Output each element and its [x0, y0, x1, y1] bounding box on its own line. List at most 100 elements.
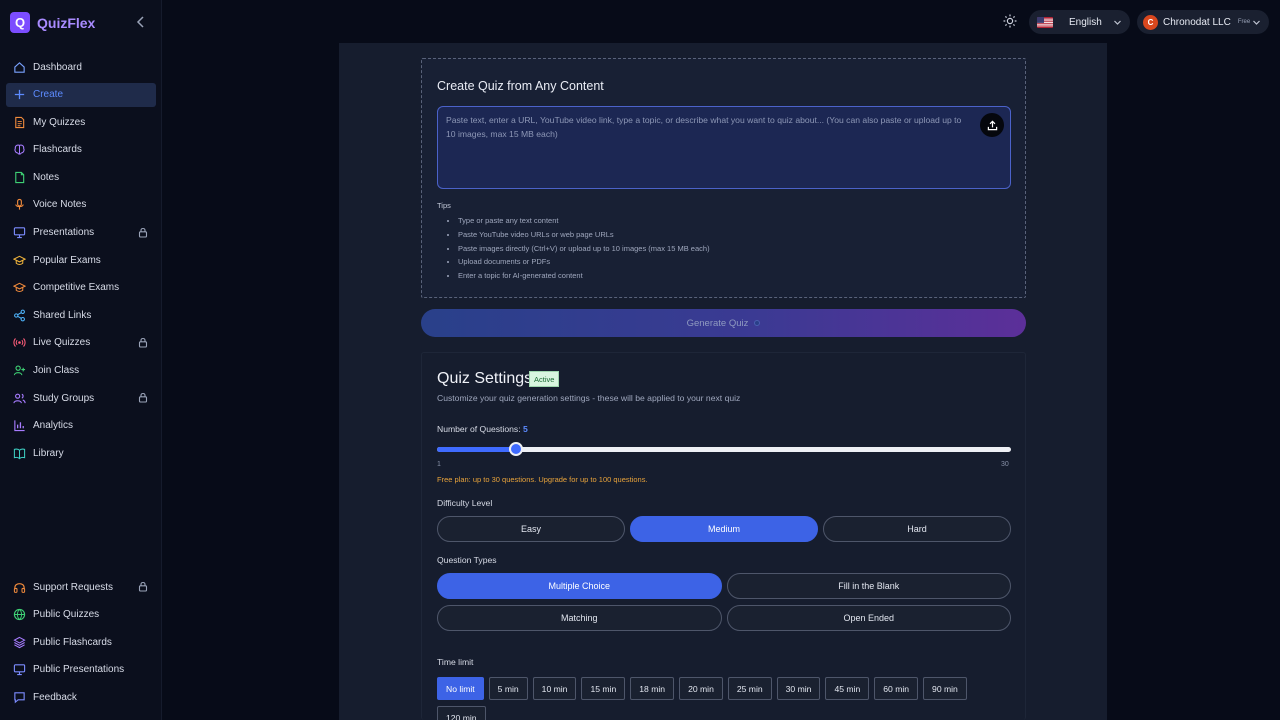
sidebar-item-dashboard[interactable]: Dashboard — [6, 55, 156, 79]
question-type-matching-button[interactable]: Matching — [437, 605, 722, 631]
document-icon — [13, 116, 26, 129]
account-menu[interactable]: C Chronodat LLC Free — [1137, 10, 1269, 34]
questions-slider[interactable] — [437, 442, 1011, 456]
sidebar-item-public-presentations[interactable]: Public Presentations — [6, 658, 156, 682]
tip-item: Paste images directly (Ctrl+V) or upload… — [458, 242, 710, 256]
lock-icon — [138, 227, 148, 238]
quiz-settings-subtitle: Customize your quiz generation settings … — [437, 393, 741, 403]
question-types-label: Question Types — [437, 555, 497, 565]
sidebar-nav-bottom: Support Requests Public Quizzes Public Fla… — [6, 575, 156, 713]
questions-label-text: Number of Questions: — [437, 424, 521, 434]
content-input[interactable]: Paste text, enter a URL, YouTube video l… — [437, 106, 1011, 189]
bar-chart-icon — [13, 419, 26, 432]
upload-icon[interactable] — [980, 113, 1004, 137]
slider-max-label: 30 — [1001, 461, 1009, 468]
question-type-options: Multiple Choice Fill in the Blank Matching… — [437, 573, 1011, 631]
topbar: English C Chronodat LLC Free — [162, 0, 1280, 43]
quiz-settings-title: Quiz Settings — [437, 370, 533, 387]
sidebar-item-label: Join Class — [33, 365, 80, 377]
question-type-multiple-choice-button[interactable]: Multiple Choice — [437, 573, 722, 599]
lock-icon — [138, 392, 148, 403]
sidebar-item-join-class[interactable]: Join Class — [6, 359, 156, 383]
sidebar-item-label: Competitive Exams — [33, 282, 120, 294]
sidebar-item-label: Flashcards — [33, 144, 82, 156]
time-limit-45-min-button[interactable]: 45 min — [825, 677, 870, 700]
brand-name: QuizFlex — [37, 14, 96, 31]
sidebar-item-label: Shared Links — [33, 309, 92, 321]
sidebar-item-analytics[interactable]: Analytics — [6, 414, 156, 438]
sidebar-item-presentations[interactable]: Presentations — [6, 221, 156, 245]
share-icon — [13, 309, 26, 322]
sidebar-item-flashcards[interactable]: Flashcards — [6, 138, 156, 162]
time-limit-no-limit-button[interactable]: No limit — [437, 677, 484, 700]
message-icon — [13, 691, 26, 704]
microphone-icon — [13, 198, 26, 211]
presentation-icon — [13, 663, 26, 676]
theme-toggle-icon[interactable] — [1003, 14, 1017, 28]
time-limit-120-min-button[interactable]: 120 min — [437, 706, 486, 720]
sidebar-item-label: My Quizzes — [33, 116, 86, 128]
content-input-placeholder: Paste text, enter a URL, YouTube video l… — [446, 115, 962, 139]
create-quiz-title: Create Quiz from Any Content — [437, 79, 604, 93]
sidebar-item-support-requests[interactable]: Support Requests — [6, 575, 156, 599]
time-limit-10-min-button[interactable]: 10 min — [532, 677, 577, 700]
lock-icon — [138, 581, 148, 592]
sidebar-item-notes[interactable]: Notes — [6, 165, 156, 189]
note-icon — [13, 171, 26, 184]
sidebar-item-study-groups[interactable]: Study Groups — [6, 386, 156, 410]
generate-quiz-label: Generate Quiz — [686, 317, 749, 329]
time-limit-18-min-button[interactable]: 18 min — [630, 677, 675, 700]
time-limit-5-min-button[interactable]: 5 min — [488, 677, 528, 700]
slider-thumb[interactable] — [509, 442, 524, 456]
sidebar-item-competitive-exams[interactable]: Competitive Exams — [6, 276, 156, 300]
difficulty-label: Difficulty Level — [437, 498, 493, 508]
sidebar-item-library[interactable]: Library — [6, 441, 156, 465]
time-limit-60-min-button[interactable]: 60 min — [874, 677, 919, 700]
difficulty-hard-button[interactable]: Hard — [823, 516, 1011, 542]
time-limit-25-min-button[interactable]: 25 min — [727, 677, 772, 700]
time-limit-90-min-button[interactable]: 90 min — [923, 677, 967, 700]
quiz-settings-panel: Quiz Settings Active Customize your quiz… — [421, 352, 1026, 720]
graduation-cap-icon — [13, 281, 26, 294]
sidebar-item-label: Public Quizzes — [33, 609, 100, 621]
difficulty-medium-button[interactable]: Medium — [630, 516, 818, 542]
time-limit-20-min-button[interactable]: 20 min — [679, 677, 723, 700]
sidebar-item-shared-links[interactable]: Shared Links — [6, 303, 156, 327]
logo: Q — [10, 12, 30, 33]
lock-icon — [138, 337, 148, 348]
generate-quiz-button[interactable]: Generate Quiz — [421, 309, 1026, 337]
questions-count-label: Number of Questions: 5 — [437, 424, 528, 434]
tip-item: Upload documents or PDFs — [458, 255, 710, 269]
sidebar-item-my-quizzes[interactable]: My Quizzes — [6, 110, 156, 134]
sidebar-item-live-quizzes[interactable]: Live Quizzes — [6, 331, 156, 355]
sidebar-item-create[interactable]: Create — [6, 82, 156, 107]
create-quiz-card: Create Quiz from Any Content Paste text,… — [421, 58, 1026, 298]
status-badge: Active — [529, 371, 560, 387]
sidebar-item-voice-notes[interactable]: Voice Notes — [6, 193, 156, 217]
sidebar-item-feedback[interactable]: Feedback — [6, 685, 156, 709]
book-icon — [13, 447, 26, 460]
plan-limit-note: Free plan: up to 30 questions. Upgrade f… — [437, 475, 648, 484]
sidebar-nav: Dashboard Create My Quizzes Flashcards Notes… — [6, 55, 156, 469]
plan-label: Free — [1237, 19, 1251, 25]
sidebar-item-popular-exams[interactable]: Popular Exams — [6, 248, 156, 272]
collapse-sidebar-icon[interactable] — [134, 15, 148, 29]
question-type-fill-in-the-blank-button[interactable]: Fill in the Blank — [726, 573, 1011, 599]
time-limit-15-min-button[interactable]: 15 min — [581, 677, 626, 700]
chevron-down-icon — [1252, 18, 1261, 27]
broadcast-icon — [13, 336, 26, 349]
tip-item: Enter a topic for AI-generated content — [458, 269, 710, 283]
language-label: English — [1069, 16, 1102, 28]
language-selector[interactable]: English — [1029, 10, 1130, 34]
sidebar-item-public-flashcards[interactable]: Public Flashcards — [6, 630, 156, 654]
plus-icon — [13, 88, 26, 101]
time-limit-30-min-button[interactable]: 30 min — [776, 677, 821, 700]
question-type-open-ended-button[interactable]: Open Ended — [726, 605, 1011, 631]
sidebar-item-label: Live Quizzes — [33, 337, 91, 349]
tip-item: Type or paste any text content — [458, 214, 710, 228]
home-icon — [13, 61, 26, 74]
difficulty-easy-button[interactable]: Easy — [437, 516, 625, 542]
brand[interactable]: Q QuizFlex — [10, 12, 95, 33]
sidebar-item-public-quizzes[interactable]: Public Quizzes — [6, 603, 156, 627]
sidebar-item-label: Analytics — [33, 420, 74, 432]
